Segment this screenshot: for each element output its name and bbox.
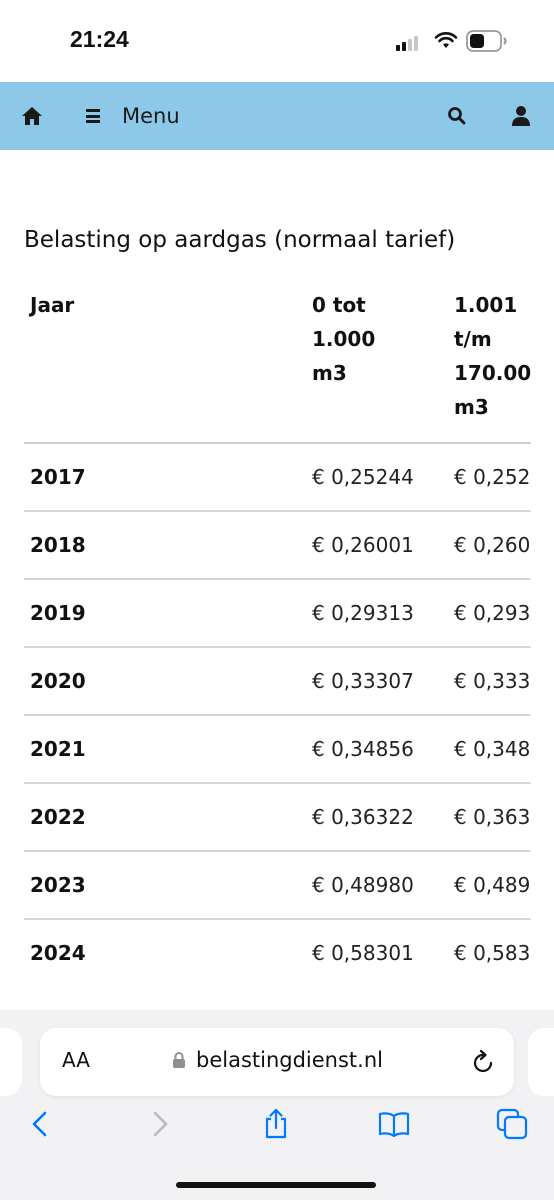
row-rate-a: € 0,58301 (312, 941, 414, 965)
row-rate-a: € 0,33307 (306, 647, 448, 716)
table-row: 2023 € 0,48980 € 0,489 (24, 851, 531, 920)
row-rate-a: € 0,48980 (306, 851, 448, 920)
table-row: 2024 € 0,58301 € 0,583 (24, 919, 531, 986)
row-rate-b: € 0,363 (448, 783, 531, 852)
row-year: 2022 (24, 783, 306, 852)
header-col-a-line: 1.000 (312, 327, 376, 351)
status-bar: 21:24 (0, 0, 554, 82)
table-row: 2018 € 0,26001 € 0,260 (24, 511, 531, 580)
menu-label: Menu (122, 104, 180, 128)
row-rate-a: € 0,34856 (306, 715, 448, 784)
address-bar[interactable]: AA belastingdienst.nl (40, 1028, 514, 1096)
search-icon[interactable] (445, 104, 469, 128)
browser-toolbar: AA belastingdienst.nl (0, 1010, 554, 1200)
header-col-a-line: m3 (312, 361, 347, 385)
table-row: 2022 € 0,36322 € 0,363 (24, 783, 531, 852)
row-rate-b: € 0,348 (448, 715, 531, 784)
table-row: 2017 € 0,25244 € 0,252 (24, 443, 531, 512)
table-row: 2020 € 0,33307 € 0,333 (24, 647, 531, 716)
url-text: belastingdienst.nl (196, 1048, 383, 1072)
header-col-b: 1.001 t/m 170.00 m3 (448, 288, 531, 444)
table-row: 2019 € 0,29313 € 0,293 (24, 579, 531, 648)
row-rate-a: € 0,26001 (306, 511, 448, 580)
lock-icon (173, 1052, 185, 1068)
row-year: 2018 (24, 511, 306, 580)
row-year: 2019 (24, 579, 306, 648)
header-col-b-line: 170.00 (454, 361, 531, 385)
row-rate-b: € 0,489 (448, 851, 531, 920)
row-rate-a: € 0,29313 (306, 579, 448, 648)
bookmarks-icon[interactable] (378, 1108, 410, 1140)
header-col-b-line: 1.001 (454, 293, 518, 317)
reload-icon[interactable] (470, 1048, 496, 1076)
page-content: Belasting op aardgas (normaal tarief) Ja… (0, 150, 531, 1010)
forward-icon[interactable] (144, 1108, 176, 1140)
reader-settings-button[interactable]: AA (62, 1048, 90, 1072)
back-icon[interactable] (24, 1108, 56, 1140)
row-rate-b: € 0,252 (448, 443, 531, 512)
header-col-a: 0 tot 1.000 m3 (306, 288, 448, 444)
row-year: 2023 (24, 851, 306, 920)
next-tab-preview[interactable] (528, 1028, 554, 1096)
previous-tab-preview[interactable] (0, 1028, 22, 1096)
header-col-a-line: 0 tot (312, 293, 366, 317)
table-row: 2021 € 0,34856 € 0,348 (24, 715, 531, 784)
home-indicator (176, 1182, 376, 1188)
row-year: 2021 (24, 715, 306, 784)
row-rate-a: € 0,36322 (306, 783, 448, 852)
cellular-signal-icon (396, 32, 420, 51)
table-header-row: Jaar 0 tot 1.000 m3 1.001 t/m 170.00 m3 (24, 288, 531, 444)
header-year: Jaar (24, 288, 306, 444)
header-col-b-line: t/m (454, 327, 492, 351)
user-icon[interactable] (509, 104, 533, 128)
status-time: 21:24 (70, 26, 129, 52)
gas-tax-table: Jaar 0 tot 1.000 m3 1.001 t/m 170.00 m3 (24, 288, 531, 986)
home-icon[interactable] (20, 104, 44, 128)
menu-button[interactable]: Menu (86, 100, 180, 132)
row-year: 2020 (24, 647, 306, 716)
page-title: Belasting op aardgas (normaal tarief) (24, 227, 456, 253)
battery-icon (466, 30, 507, 52)
row-rate-b: € 0,260 (448, 511, 531, 580)
row-rate-b: € 0,583 (454, 941, 531, 965)
row-rate-b: € 0,293 (448, 579, 531, 648)
tabs-icon[interactable] (496, 1108, 528, 1140)
row-year: 2024 (30, 941, 86, 965)
site-navbar: Menu (0, 82, 554, 150)
row-rate-b: € 0,333 (448, 647, 531, 716)
header-col-b-line: m3 (454, 395, 489, 419)
row-year: 2017 (24, 443, 306, 512)
share-icon[interactable] (260, 1108, 292, 1140)
wifi-icon (434, 32, 458, 48)
menu-icon (86, 109, 104, 123)
row-rate-a: € 0,25244 (306, 443, 448, 512)
